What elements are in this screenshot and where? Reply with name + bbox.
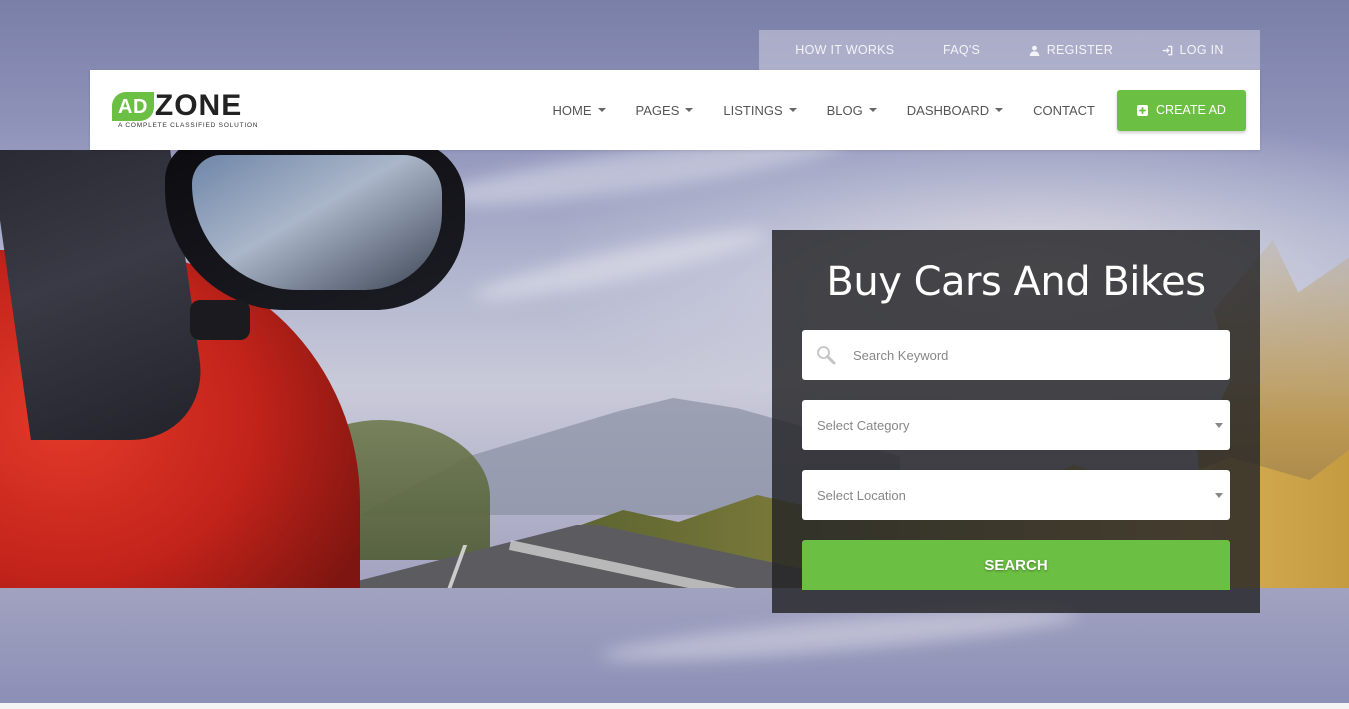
top-utility-bar: How It Works FAQ's Register Log In <box>759 30 1260 70</box>
logo-zone-text: ZONE <box>154 89 243 122</box>
how-it-works-label: How It Works <box>795 43 895 57</box>
nav-dashboard-label: Dashboard <box>906 102 990 118</box>
sign-in-icon <box>1162 45 1172 55</box>
location-select[interactable]: Select Location <box>802 470 1230 520</box>
create-ad-label: Create Ad <box>1156 103 1226 117</box>
caret-down-icon <box>788 108 797 112</box>
search-panel: Buy Cars And Bikes Select Category Selec… <box>772 230 1260 613</box>
nav-listings[interactable]: Listings <box>708 70 811 150</box>
nav-pages-label: Pages <box>635 102 680 118</box>
search-panel-title: Buy Cars And Bikes <box>826 259 1206 305</box>
nav-dashboard[interactable]: Dashboard <box>892 70 1018 150</box>
nav-home[interactable]: Home <box>538 70 621 150</box>
search-button-label: Search <box>984 556 1048 574</box>
caret-down-icon <box>1215 423 1223 428</box>
adzone-logo[interactable]: AD ZONE A Complete Classified Solution <box>112 89 259 129</box>
caret-down-icon <box>685 108 694 112</box>
nav-pages[interactable]: Pages <box>621 70 709 150</box>
create-ad-button[interactable]: Create Ad <box>1117 89 1246 131</box>
category-select[interactable]: Select Category <box>802 400 1230 450</box>
caret-down-icon <box>597 108 606 112</box>
nav-blog-label: Blog <box>826 102 863 118</box>
user-icon <box>1029 45 1040 56</box>
logo-mark: AD ZONE <box>112 89 258 122</box>
search-icon <box>817 346 836 365</box>
caret-down-icon <box>995 108 1004 112</box>
location-select-value: Select Location <box>817 487 906 503</box>
nav-menu: Home Pages Listings Blog Dashboard Conta… <box>538 70 1260 150</box>
nav-listings-label: Listings <box>723 102 783 118</box>
keyword-field[interactable] <box>802 330 1230 380</box>
nav-blog[interactable]: Blog <box>812 70 892 150</box>
caret-down-icon <box>1215 493 1223 498</box>
register-link[interactable]: Register <box>1029 43 1113 57</box>
search-keyword-input[interactable] <box>802 330 1230 380</box>
category-select-value: Select Category <box>817 417 910 433</box>
search-button[interactable]: Search <box>802 540 1230 590</box>
mirror-mount <box>190 300 250 340</box>
nav-contact[interactable]: Contact <box>1018 70 1110 150</box>
register-label: Register <box>1046 43 1114 57</box>
nav-contact-label: Contact <box>1033 102 1095 118</box>
caret-down-icon <box>868 108 877 112</box>
how-it-works-link[interactable]: How It Works <box>795 43 894 57</box>
main-navbar: AD ZONE A Complete Classified Solution H… <box>90 70 1260 150</box>
nav-home-label: Home <box>552 102 592 118</box>
faq-label: FAQ's <box>942 43 981 57</box>
login-link[interactable]: Log In <box>1162 43 1224 57</box>
plus-square-icon <box>1137 104 1149 116</box>
logo-tagline: A Complete Classified Solution <box>118 121 259 129</box>
login-label: Log In <box>1179 43 1224 57</box>
logo-ad-text: AD <box>112 91 154 121</box>
faq-link[interactable]: FAQ's <box>943 43 980 57</box>
